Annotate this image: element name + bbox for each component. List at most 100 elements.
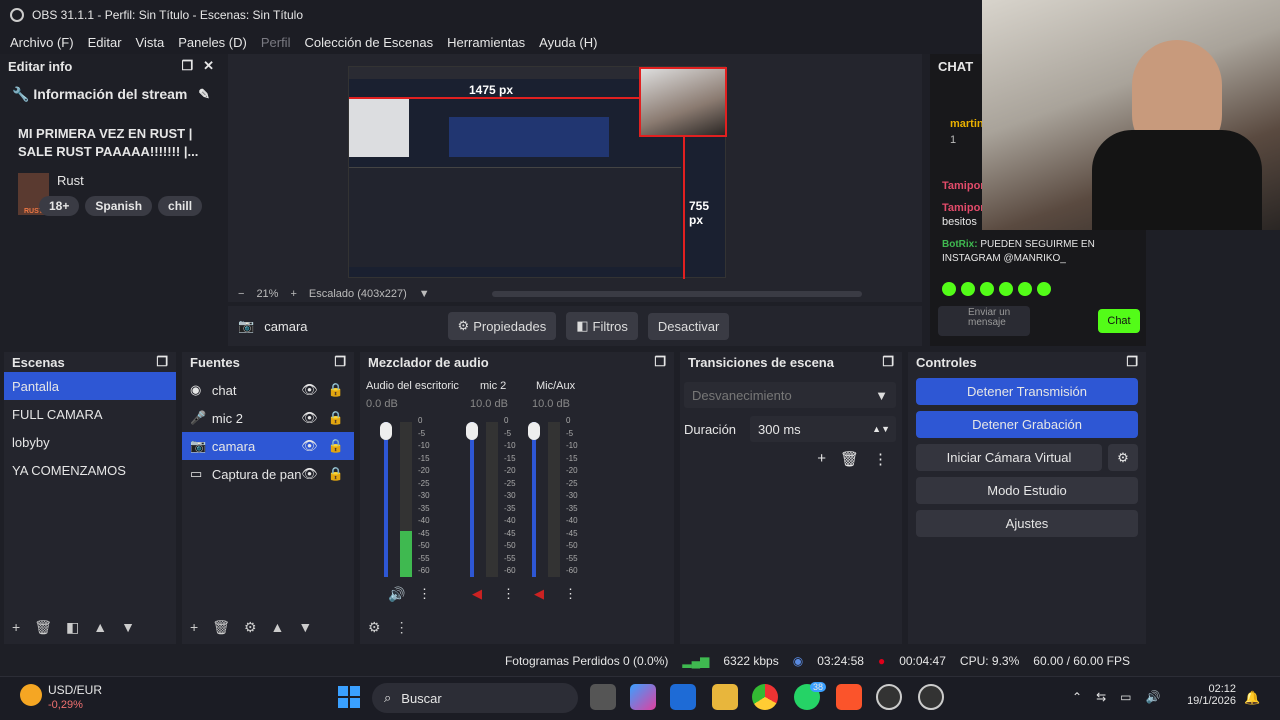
add-icon[interactable]: + (817, 450, 826, 468)
db-tick: -25 (566, 478, 578, 488)
menu-perfil[interactable]: Perfil (261, 35, 291, 50)
lock-icon[interactable]: 🔒 (328, 382, 344, 398)
preview-scrollbar[interactable] (491, 291, 862, 297)
start-icon[interactable] (338, 686, 360, 708)
stepper-icon[interactable]: ▲▼ (872, 424, 896, 434)
virtual-cam-gear-icon[interactable]: ⚙ (1108, 444, 1138, 471)
popout-icon[interactable]: ❐ (654, 354, 666, 370)
tag-18[interactable]: 18+ (39, 196, 80, 216)
store-icon[interactable] (670, 684, 696, 710)
kebab-icon[interactable]: ⋮ (873, 450, 888, 468)
chrome-icon[interactable] (752, 684, 778, 710)
close-icon[interactable]: ✕ (203, 58, 214, 74)
disable-button[interactable]: Desactivar (647, 312, 730, 340)
kebab-icon[interactable]: ⋮ (395, 619, 409, 636)
kebab-icon[interactable]: ⋮ (418, 586, 431, 602)
kebab-icon[interactable]: ⋮ (564, 586, 577, 602)
stop-record-button[interactable]: Detener Grabación (916, 411, 1138, 438)
volume-fader[interactable] (532, 422, 536, 577)
gear-icon[interactable]: ⚙ (244, 619, 257, 636)
menu-ayuda[interactable]: Ayuda (H) (539, 35, 597, 50)
clock[interactable]: 02:12 19/1/2026 (1180, 683, 1236, 707)
scene-item[interactable]: FULL CAMARA (4, 400, 176, 428)
tray-icons[interactable]: ⌃ ⇆ ▭ 🔊 (1072, 690, 1160, 704)
fader-knob[interactable] (380, 422, 392, 440)
muted-icon[interactable]: ◀ (534, 586, 544, 602)
eye-icon[interactable]: 👁 (301, 438, 318, 454)
tag-spanish[interactable]: Spanish (85, 196, 153, 216)
chat-user[interactable]: Tamipon (942, 202, 987, 214)
speaker-icon[interactable]: 🔊 (388, 586, 405, 603)
copilot-icon[interactable] (630, 684, 656, 710)
preview-canvas[interactable]: 1475 px 755 px (348, 66, 727, 279)
down-icon[interactable]: ▼ (121, 619, 135, 636)
filters-button[interactable]: ◧ Filtros (566, 312, 638, 340)
popout-icon[interactable]: ❐ (1126, 354, 1138, 370)
zoom-out-button[interactable]: − (238, 288, 244, 300)
source-item[interactable]: ◉ chat 👁 🔒 (182, 376, 354, 404)
duration-input[interactable]: 300 ms ▲▼ (750, 416, 896, 442)
volume-fader[interactable] (470, 422, 474, 577)
source-item[interactable]: 🎤 mic 2 👁 🔒 (182, 404, 354, 432)
scene-item[interactable]: Pantalla (4, 372, 176, 400)
chat-send-button[interactable]: Chat (1098, 309, 1140, 333)
studio-mode-button[interactable]: Modo Estudio (916, 477, 1138, 504)
emote-row[interactable] (942, 282, 1122, 296)
scale-dropdown-icon[interactable]: ▼ (419, 288, 430, 300)
lock-icon[interactable]: 🔒 (328, 410, 344, 426)
scene-item[interactable]: YA COMENZAMOS (4, 456, 176, 484)
taskview-icon[interactable] (590, 684, 616, 710)
volume-fader[interactable] (384, 422, 388, 577)
eye-icon[interactable]: 👁 (301, 466, 318, 482)
menu-vista[interactable]: Vista (136, 35, 165, 50)
stocks-icon[interactable] (20, 684, 42, 706)
settings-button[interactable]: Ajustes (916, 510, 1138, 537)
popout-icon[interactable]: ❐ (334, 354, 346, 370)
fader-knob[interactable] (528, 422, 540, 440)
chat-user[interactable]: Tamipon (942, 180, 987, 192)
scene-item[interactable]: lobyby (4, 428, 176, 456)
menu-coleccion[interactable]: Colección de Escenas (304, 35, 433, 50)
edit-pencil-icon[interactable]: ✎ (198, 86, 210, 103)
muted-icon[interactable]: ◀ (472, 586, 482, 602)
player-icon[interactable] (918, 684, 944, 710)
add-icon[interactable]: + (12, 619, 20, 636)
source-item[interactable]: 📷 camara 👁 🔒 (182, 432, 354, 460)
up-icon[interactable]: ▲ (93, 619, 107, 636)
chat-input[interactable]: Enviar un mensaje (938, 306, 1030, 336)
stop-stream-button[interactable]: Detener Transmisión (916, 378, 1138, 405)
add-icon[interactable]: + (190, 619, 198, 636)
popout-icon[interactable]: ❐ (181, 58, 193, 74)
obs-taskbar-icon[interactable] (876, 684, 902, 710)
brave-icon[interactable] (836, 684, 862, 710)
trash-icon[interactable]: 🗑 (212, 619, 230, 636)
source-item[interactable]: ▭ Captura de pan 👁 🔒 (182, 460, 354, 488)
menu-herramientas[interactable]: Herramientas (447, 35, 525, 50)
up-icon[interactable]: ▲ (271, 619, 285, 636)
lock-icon[interactable]: 🔒 (328, 466, 344, 482)
menu-paneles[interactable]: Paneles (D) (178, 35, 247, 50)
transition-select[interactable]: Desvanecimiento ▼ (684, 382, 896, 408)
eye-icon[interactable]: 👁 (301, 382, 318, 398)
popout-icon[interactable]: ❐ (882, 354, 894, 370)
tag-chill[interactable]: chill (158, 196, 203, 216)
menu-archivo[interactable]: Archivo (F) (10, 35, 74, 50)
trash-icon[interactable]: 🗑 (34, 619, 52, 636)
menu-editar[interactable]: Editar (88, 35, 122, 50)
kebab-icon[interactable]: ⋮ (502, 586, 515, 602)
properties-button[interactable]: ⚙ Propiedades (447, 312, 557, 340)
virtual-cam-button[interactable]: Iniciar Cámara Virtual (916, 444, 1102, 471)
chat-user[interactable]: martin (950, 118, 984, 130)
down-icon[interactable]: ▼ (298, 619, 312, 636)
filter-icon[interactable]: ◧ (66, 619, 79, 636)
eye-icon[interactable]: 👁 (301, 410, 318, 426)
trash-icon[interactable]: 🗑 (840, 450, 859, 468)
folder-icon[interactable] (712, 684, 738, 710)
zoom-in-button[interactable]: + (290, 288, 296, 300)
taskbar-search[interactable]: ⌕ Buscar (372, 683, 578, 713)
gear-icon[interactable]: ⚙ (368, 619, 381, 636)
popout-icon[interactable]: ❐ (156, 354, 168, 370)
lock-icon[interactable]: 🔒 (328, 438, 344, 454)
fader-knob[interactable] (466, 422, 478, 440)
notification-icon[interactable]: 🔔 (1244, 690, 1260, 706)
